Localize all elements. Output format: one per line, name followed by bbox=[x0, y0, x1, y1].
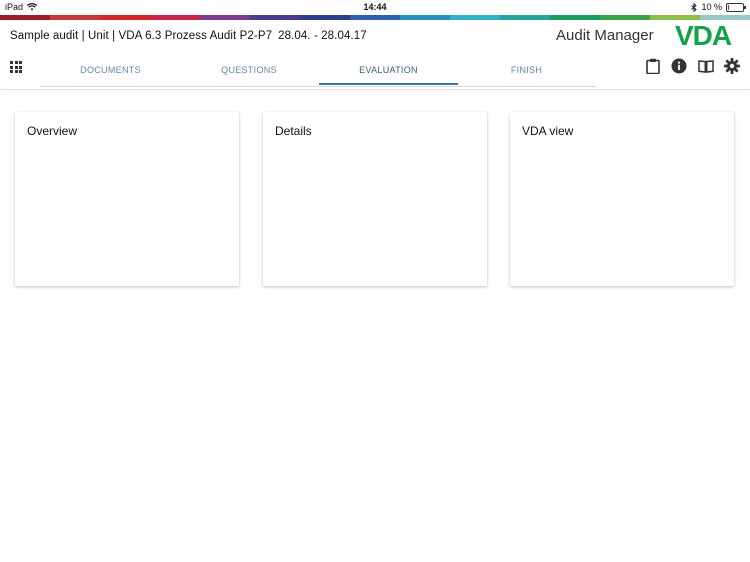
color-strip-segment bbox=[450, 15, 500, 20]
card-vda-view[interactable]: VDA view bbox=[510, 112, 734, 286]
color-strip-segment bbox=[300, 15, 350, 20]
color-strip-segment bbox=[550, 15, 600, 20]
tab-finish[interactable]: FINISH bbox=[458, 56, 595, 85]
info-icon[interactable] bbox=[671, 58, 687, 74]
color-strip-segment bbox=[600, 15, 650, 20]
battery-fill bbox=[728, 4, 729, 10]
book-icon[interactable] bbox=[698, 58, 714, 74]
app-name: Audit Manager bbox=[556, 27, 654, 44]
card-overview[interactable]: Overview bbox=[15, 112, 239, 286]
battery-percent: 10 % bbox=[701, 2, 722, 12]
color-strip-segment bbox=[500, 15, 550, 20]
tab-evaluation[interactable]: EVALUATION bbox=[319, 56, 458, 85]
brand-color-strip bbox=[0, 15, 750, 20]
battery-icon bbox=[726, 2, 746, 12]
color-strip-segment bbox=[350, 15, 400, 20]
color-strip-segment bbox=[150, 15, 200, 20]
bluetooth-icon bbox=[691, 2, 698, 12]
audit-title: Sample audit | Unit | VDA 6.3 Prozess Au… bbox=[10, 30, 367, 42]
color-strip-segment bbox=[250, 15, 300, 20]
tab-documents[interactable]: DOCUMENTS bbox=[42, 56, 179, 85]
clipboard-icon[interactable] bbox=[645, 58, 661, 74]
color-strip-segment bbox=[0, 15, 50, 20]
color-strip-segment bbox=[50, 15, 100, 20]
card-title: Overview bbox=[27, 124, 78, 138]
audit-name: Sample audit | Unit | VDA 6.3 Prozess Au… bbox=[10, 30, 273, 42]
gear-icon[interactable] bbox=[724, 58, 740, 74]
status-right: 10 % bbox=[691, 2, 746, 12]
apps-icon[interactable] bbox=[10, 61, 22, 73]
tab-questions[interactable]: QUESTIONS bbox=[180, 56, 318, 85]
vda-logo: VDA bbox=[675, 20, 732, 51]
card-title: Details bbox=[275, 124, 312, 138]
header-divider bbox=[0, 89, 750, 90]
color-strip-segment bbox=[200, 15, 250, 20]
status-bar: iPad 14:44 10 % bbox=[0, 0, 750, 14]
color-strip-segment bbox=[100, 15, 150, 20]
color-strip-segment bbox=[400, 15, 450, 20]
card-details[interactable]: Details bbox=[263, 112, 487, 286]
status-time: 14:44 bbox=[363, 2, 387, 12]
tab-bar: DOCUMENTS QUESTIONS EVALUATION FINISH bbox=[40, 56, 596, 87]
audit-dates: 28.04. - 28.04.17 bbox=[278, 30, 367, 42]
card-title: VDA view bbox=[522, 124, 574, 138]
